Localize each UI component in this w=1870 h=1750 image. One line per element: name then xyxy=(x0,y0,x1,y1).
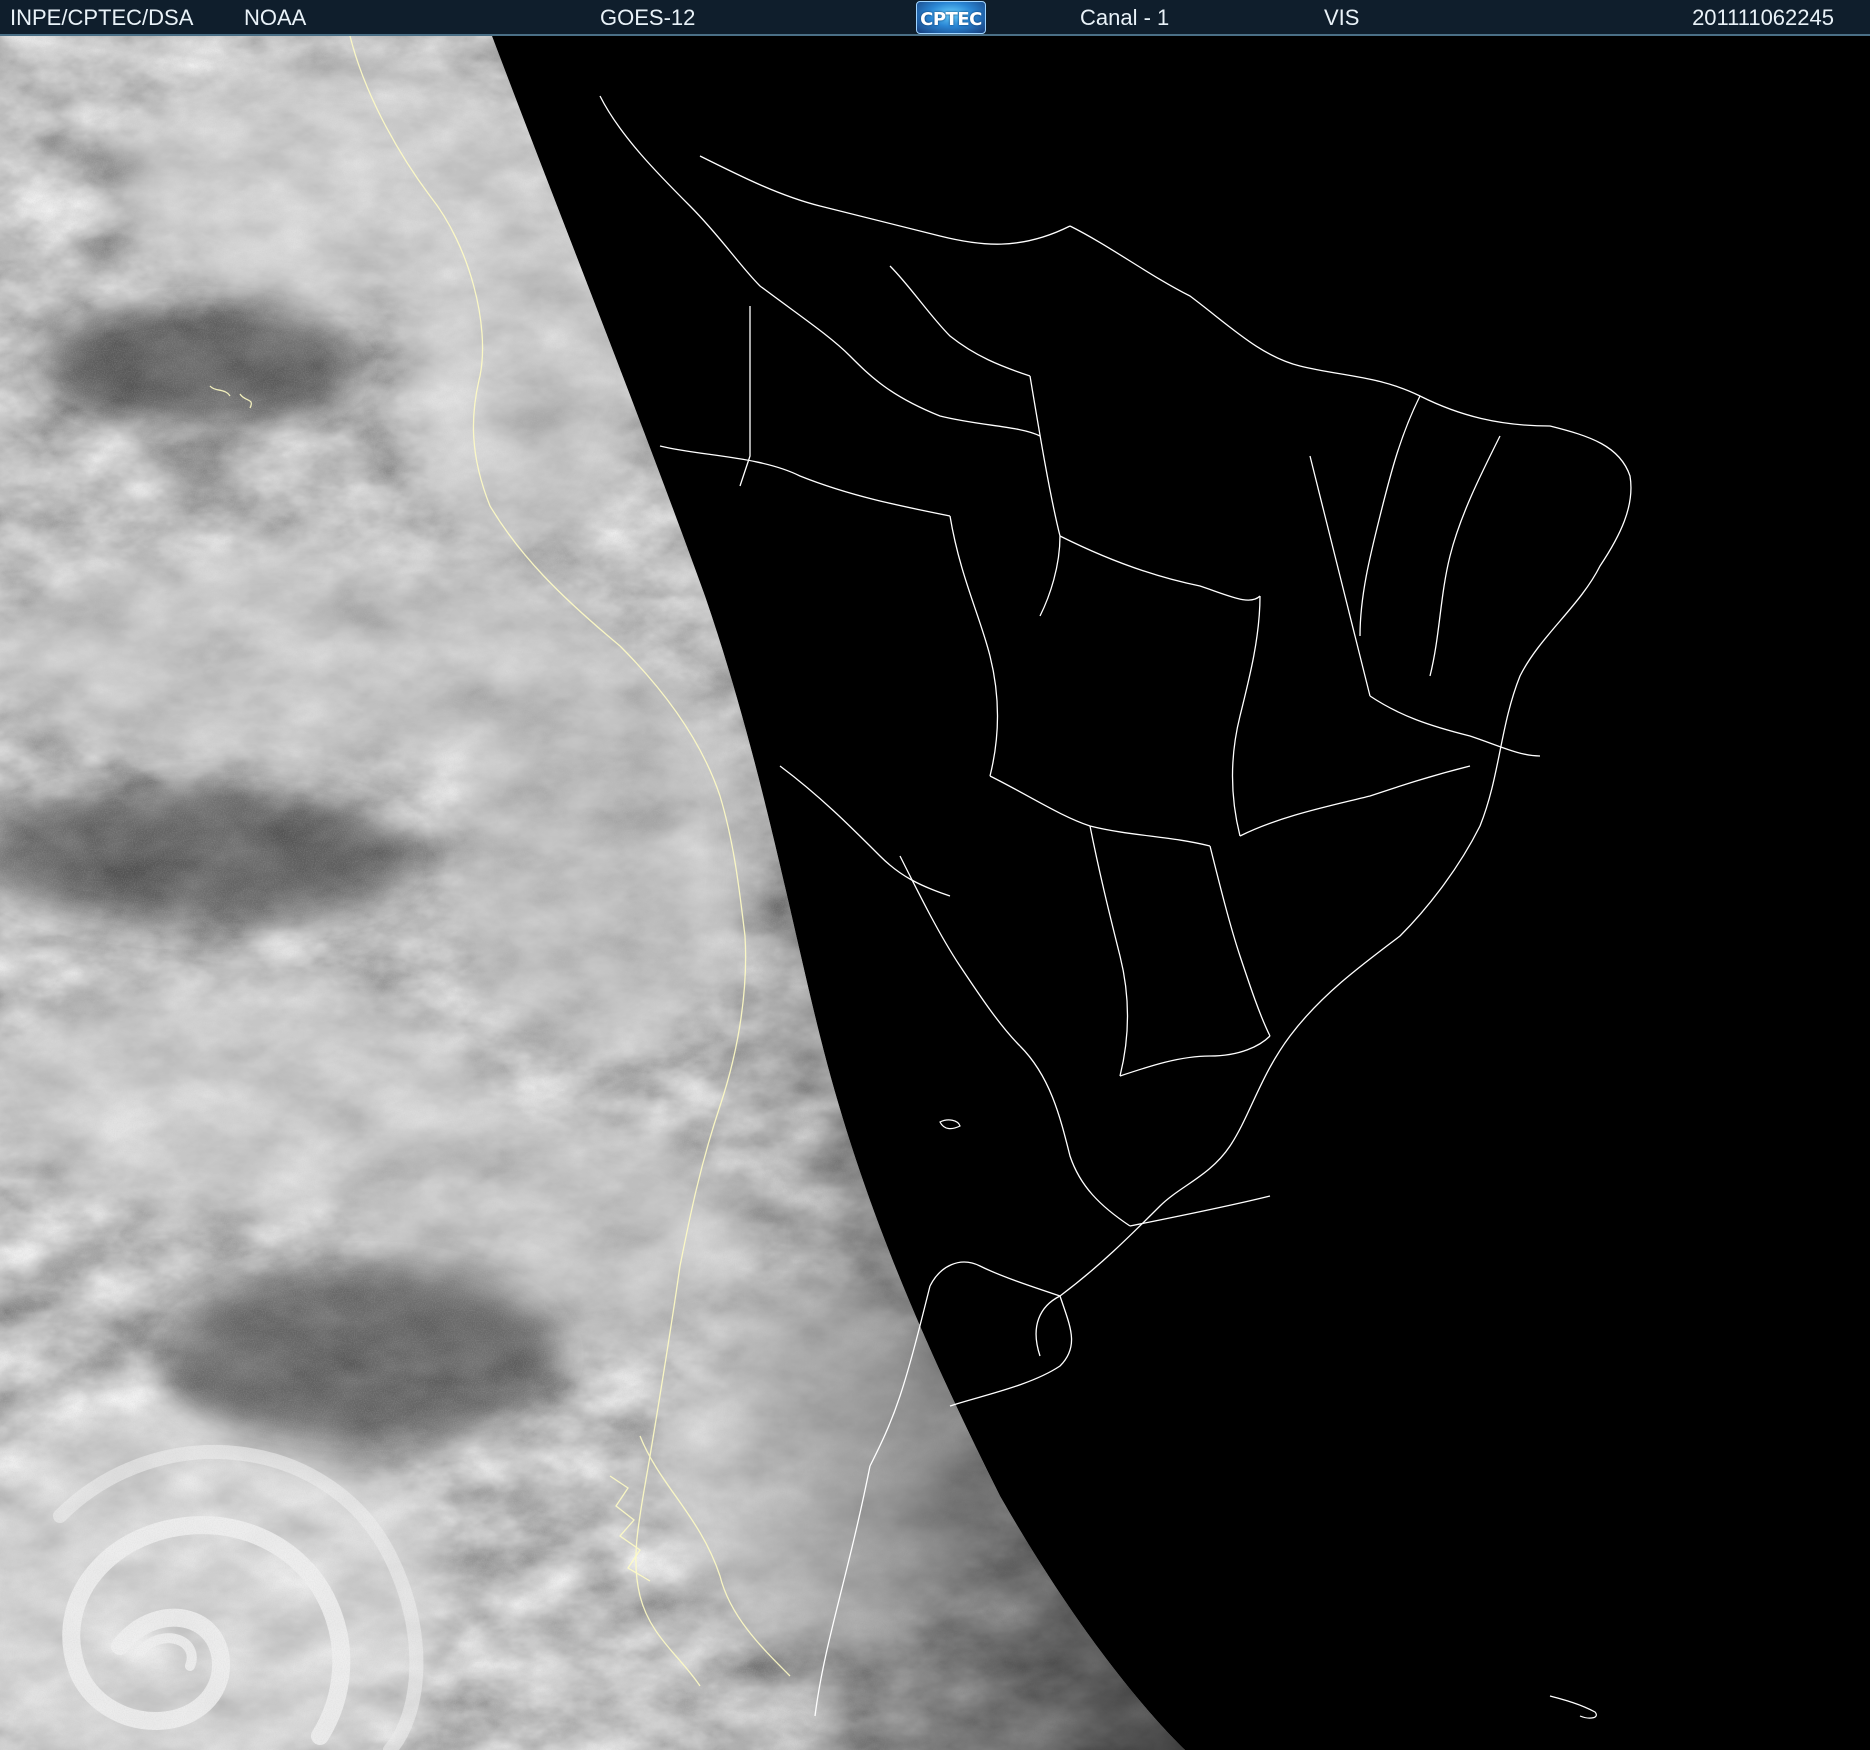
header-band: VIS xyxy=(1324,5,1360,30)
header-organization: INPE/CPTEC/DSA xyxy=(10,5,194,30)
satellite-image xyxy=(0,36,1870,1750)
header-agency: NOAA xyxy=(244,5,307,30)
header-timestamp: 201111062245 xyxy=(1692,5,1834,30)
logo-text: CPTEC xyxy=(920,9,982,30)
header-channel: Canal - 1 xyxy=(1080,5,1170,30)
image-header-bar: INPE/CPTEC/DSA NOAA GOES-12 CPTEC Canal … xyxy=(0,0,1870,36)
header-satellite: GOES-12 xyxy=(600,5,696,30)
satellite-image-canvas xyxy=(0,36,1870,1750)
cptec-logo-icon: CPTEC xyxy=(916,1,986,34)
